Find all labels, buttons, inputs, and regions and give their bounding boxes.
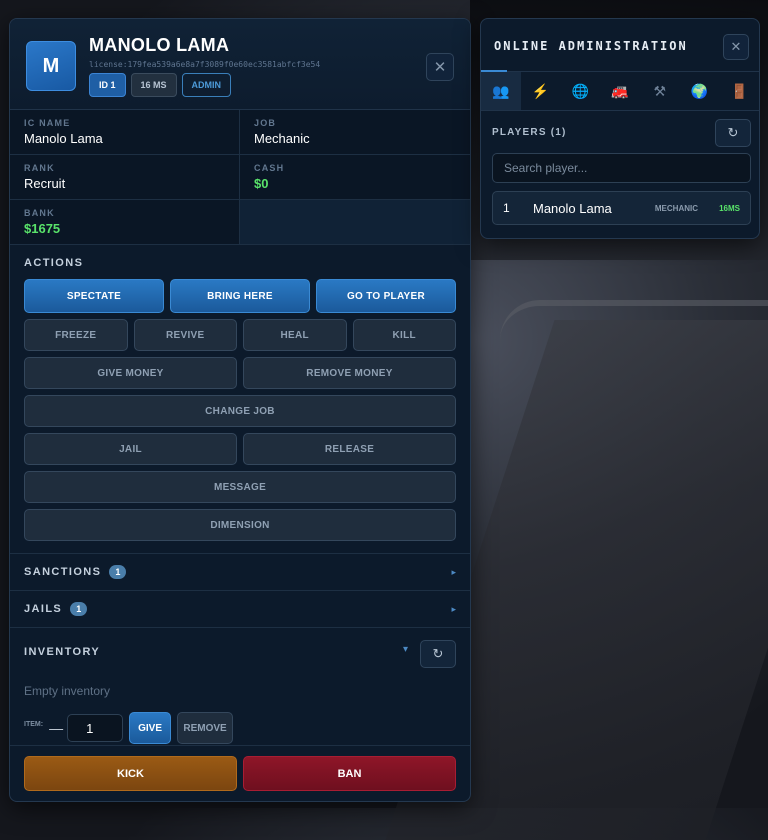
header-accent bbox=[481, 70, 507, 72]
cash-label: CASH bbox=[254, 163, 285, 173]
rank-label: RANK bbox=[24, 163, 55, 173]
tab-tools-icon[interactable]: ⚒ bbox=[640, 72, 680, 110]
revive-button[interactable]: REVIVE bbox=[133, 319, 237, 351]
search-player-input[interactable]: Search player... bbox=[492, 153, 751, 183]
item-controls: ITEM: — 1 GIVE REMOVE bbox=[24, 712, 456, 744]
player-list-job: MECHANIC bbox=[654, 203, 698, 213]
ic-name-value: Manolo Lama bbox=[24, 131, 103, 146]
rank-cell: RANK Recruit bbox=[10, 155, 240, 200]
player-list-name: Manolo Lama bbox=[533, 200, 612, 216]
change-job-button[interactable]: CHANGE JOB bbox=[24, 395, 456, 427]
minus-icon[interactable]: — bbox=[49, 720, 63, 736]
actions-title: ACTIONS bbox=[24, 257, 84, 269]
players-count-label: PLAYERS (1) bbox=[492, 126, 567, 138]
inventory-title: INVENTORY bbox=[24, 646, 101, 658]
actions-section: ACTIONS SPECTATE BRING HERE GO TO PLAYER… bbox=[10, 245, 470, 541]
player-list-ping: 16MS bbox=[719, 203, 740, 213]
cash-value: $0 bbox=[254, 176, 269, 191]
jail-button[interactable]: JAIL bbox=[24, 433, 237, 465]
sanctions-toggle[interactable]: SANCTIONS 1 ▸ bbox=[10, 553, 470, 590]
ban-button[interactable]: BAN bbox=[243, 756, 456, 791]
id-badge: ID 1 bbox=[89, 73, 126, 97]
ping-badge: 16 MS bbox=[130, 73, 177, 97]
player-name: MANOLO LAMA bbox=[89, 35, 230, 55]
tab-actions-icon[interactable]: ⚡ bbox=[521, 72, 561, 110]
job-value: Mechanic bbox=[254, 131, 310, 146]
heal-button[interactable]: HEAL bbox=[243, 319, 347, 351]
spectate-button[interactable]: SPECTATE bbox=[24, 279, 164, 313]
tab-vehicles-icon[interactable]: 🚒 bbox=[600, 72, 640, 110]
player-number: 1 bbox=[503, 201, 510, 215]
give-money-button[interactable]: GIVE MONEY bbox=[24, 357, 237, 389]
tab-world-icon[interactable]: 🌐 bbox=[560, 72, 600, 110]
empty-cell bbox=[240, 200, 470, 245]
kick-button[interactable]: KICK bbox=[24, 756, 237, 791]
footer-actions: KICK BAN bbox=[10, 745, 470, 801]
ic-name-cell: IC NAME Manolo Lama bbox=[10, 110, 240, 155]
job-label: JOB bbox=[254, 118, 277, 128]
kill-button[interactable]: KILL bbox=[352, 319, 456, 351]
player-info-grid: IC NAME Manolo Lama JOB Mechanic RANK Re… bbox=[10, 110, 470, 245]
dimension-button[interactable]: DIMENSION bbox=[24, 509, 456, 541]
bring-here-button[interactable]: BRING HERE bbox=[170, 279, 310, 313]
tab-server-icon[interactable]: 🌍 bbox=[680, 72, 720, 110]
rank-value: Recruit bbox=[24, 176, 66, 191]
admin-tabs: 👥 ⚡ 🌐 🚒 ⚒ 🌍 🚪 bbox=[481, 72, 759, 111]
admin-panel: ONLINE ADMINISTRATION ✕ 👥 ⚡ 🌐 🚒 ⚒ 🌍 🚪 PL… bbox=[480, 18, 760, 239]
admin-panel-header: ONLINE ADMINISTRATION ✕ bbox=[481, 19, 759, 72]
freeze-button[interactable]: FREEZE bbox=[24, 319, 128, 351]
message-button[interactable]: MESSAGE bbox=[24, 471, 456, 503]
close-icon[interactable]: ✕ bbox=[426, 53, 454, 81]
tab-doors-icon[interactable]: 🚪 bbox=[719, 72, 759, 110]
go-to-player-button[interactable]: GO TO PLAYER bbox=[316, 279, 456, 313]
player-badges: ID 1 16 MS ADMIN bbox=[89, 73, 232, 97]
remove-item-button[interactable]: REMOVE bbox=[177, 712, 234, 744]
item-label: ITEM: bbox=[24, 720, 44, 728]
empty-inventory-text: Empty inventory bbox=[24, 684, 111, 698]
admin-panel-title: ONLINE ADMINISTRATION bbox=[494, 39, 688, 53]
job-cell: JOB Mechanic bbox=[240, 110, 470, 155]
chevron-right-icon: ▸ bbox=[451, 566, 456, 577]
refresh-players-button[interactable]: ↻ bbox=[715, 119, 751, 147]
chevron-right-icon: ▸ bbox=[451, 603, 456, 614]
chevron-down-icon[interactable]: ▾ bbox=[403, 644, 408, 655]
player-license: license:179fea539a6e8a7f3089f0e60ec3581a… bbox=[89, 60, 321, 69]
ic-name-label: IC NAME bbox=[24, 118, 71, 128]
background-curb bbox=[500, 300, 768, 366]
jails-count-badge: 1 bbox=[70, 602, 88, 616]
refresh-inventory-button[interactable]: ↻ bbox=[420, 640, 456, 668]
players-header: PLAYERS (1) ↻ bbox=[481, 111, 759, 153]
bank-label: BANK bbox=[24, 208, 55, 218]
tab-players-icon[interactable]: 👥 bbox=[481, 72, 521, 110]
avatar: M bbox=[26, 41, 76, 91]
bank-value: $1675 bbox=[24, 221, 61, 236]
quantity-input[interactable]: 1 bbox=[67, 714, 124, 742]
remove-money-button[interactable]: REMOVE MONEY bbox=[243, 357, 456, 389]
player-panel: M MANOLO LAMA license:179fea539a6e8a7f30… bbox=[9, 18, 471, 802]
inventory-section: INVENTORY ▾ ↻ Empty inventory ITEM: — 1 … bbox=[10, 627, 470, 753]
jails-toggle[interactable]: JAILS 1 ▸ bbox=[10, 590, 470, 627]
release-button[interactable]: RELEASE bbox=[243, 433, 456, 465]
bank-cell: BANK $1675 bbox=[10, 200, 240, 245]
sanctions-label: SANCTIONS bbox=[24, 566, 102, 578]
cash-cell: CASH $0 bbox=[240, 155, 470, 200]
jails-label: JAILS bbox=[24, 603, 63, 615]
admin-badge: ADMIN bbox=[181, 73, 232, 97]
close-icon[interactable]: ✕ bbox=[723, 34, 749, 60]
sanctions-count-badge: 1 bbox=[109, 565, 127, 579]
give-item-button[interactable]: GIVE bbox=[129, 712, 172, 744]
player-header: M MANOLO LAMA license:179fea539a6e8a7f30… bbox=[10, 19, 470, 110]
player-list-item[interactable]: 1 Manolo Lama MECHANIC 16MS bbox=[492, 191, 751, 225]
